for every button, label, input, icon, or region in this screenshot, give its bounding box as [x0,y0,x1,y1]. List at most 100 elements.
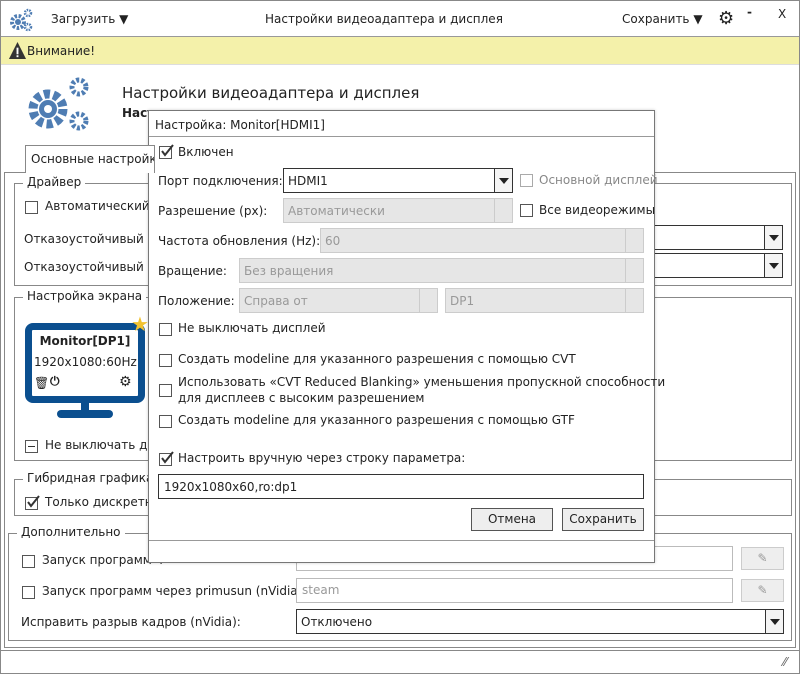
caret-down-icon: ▼ [119,12,129,26]
row2-input[interactable]: steam [296,578,733,603]
group-title: Настройка экрана [23,289,147,303]
port-value: HDMI1 [288,174,328,188]
auto-label: Автоматический в [45,199,161,213]
rotation-value: Без вращения [244,264,334,278]
load-label: Загрузить [51,12,116,26]
page-title: Настройки видеоадаптера и дисплея [122,84,420,102]
save-button[interactable]: Сохранить [562,508,644,531]
warning-bar: Внимание! [1,37,799,65]
cvt-rb-label: Использовать «CVT Reduced Blanking» умен… [178,375,666,389]
resolution-value: Автоматически [288,204,385,218]
tab-main-settings[interactable]: Основные настройки [25,145,155,173]
keep-on-label: Не выключать ди [45,438,156,452]
position-target-value: DP1 [450,294,475,308]
monitor-base [57,410,113,418]
enabled-label: Включен [178,145,234,159]
tearing-value: Отключено [301,615,373,629]
discrete-label: Только дискретно [45,495,160,509]
refresh-value: 60 [325,234,341,248]
row1-edit-button[interactable]: ✎ [741,547,784,570]
resolution-combo[interactable]: Автоматически [283,198,513,223]
caret-down-icon[interactable] [765,610,783,633]
close-button[interactable]: X [778,7,786,21]
fallback1-label: Отказоустойчивый др [24,232,164,246]
cvt-rb-checkbox[interactable] [159,384,172,397]
header-gears-icon [28,77,89,131]
monitor-name: Monitor[DP1] [39,334,131,348]
row2-value: steam [302,583,340,597]
row1-checkbox[interactable] [22,555,35,568]
save-label: Сохранить [622,12,690,26]
primary-checkbox[interactable] [520,174,533,187]
caret-down-icon[interactable] [764,226,782,249]
gear-icon[interactable]: ⚙ [119,374,132,390]
group-title: Драйвер [23,175,86,189]
keep-on-checkbox[interactable] [25,440,38,453]
app-gears-icon [10,8,33,32]
fallback1-combo[interactable] [645,225,783,250]
power-icon[interactable]: ⏻ [50,374,60,389]
star-icon: ★ [131,312,149,336]
tearing-label: Исправить разрыв кадров (nVidia): [21,615,241,629]
load-menu-button[interactable]: Загрузить ▼ [51,12,128,26]
row2-label: Запуск программ через primusun (nVidia): [42,584,307,598]
auto-checkbox[interactable] [25,201,38,214]
row2-edit-button[interactable]: ✎ [741,579,784,602]
position-value: Справа от [244,294,308,308]
manual-input[interactable]: 1920x1080x60,ro:dp1 [158,474,644,499]
resize-grip-icon[interactable]: ⁄⁄ [783,655,787,669]
position-label: Положение: [158,294,235,308]
fallback2-combo[interactable] [645,253,783,278]
save-menu-button[interactable]: Сохранить ▼ [622,12,703,26]
warning-icon [8,41,27,60]
tab-label: Основные настройки [31,152,155,166]
manual-label: Настроить вручную через строку параметра… [178,451,466,465]
tearing-combo[interactable]: Отключено [296,609,784,634]
warning-text: Внимание! [27,44,96,58]
caret-down-icon[interactable] [764,254,782,277]
trash-icon[interactable]: 🗑 [34,376,49,390]
manual-value: 1920x1080x60,ro:dp1 [164,480,298,494]
allmodes-checkbox[interactable] [520,204,533,217]
discrete-checkbox[interactable] [25,495,40,510]
refresh-combo[interactable]: 60 [320,228,644,253]
monitor-card[interactable]: Monitor[DP1] 1920x1080:60Hz 🗑 ⏻ ⚙ [25,323,145,403]
row2-checkbox[interactable] [22,586,35,599]
port-combo[interactable]: HDMI1 [283,168,513,193]
cvt-checkbox[interactable] [159,354,172,367]
refresh-label: Частота обновления (Hz): [158,234,321,248]
gtf-checkbox[interactable] [159,415,172,428]
caret-down-icon: ▼ [693,12,703,26]
row1-label: Запуск программ ч [42,553,163,567]
primary-label: Основной дисплей [539,173,658,187]
fallback2-label: Отказоустойчивый др [24,260,164,274]
enabled-checkbox[interactable] [159,144,174,159]
dialog-title: Настройка: Monitor[HDMI1] [155,118,325,132]
keep-on-label: Не выключать дисплей [178,321,326,335]
rotation-label: Вращение: [158,264,227,278]
cvt-rb-label-2: для дисплеев с высоким разрешением [178,391,425,405]
window-title: Настройки видеоадаптера и дисплея [265,12,503,26]
gtf-label: Создать modeline для указанного разрешен… [178,413,575,427]
cancel-button[interactable]: Отмена [471,508,553,531]
monitor-settings-dialog: Настройка: Monitor[HDMI1] Включен Порт п… [148,110,665,563]
keep-on-checkbox[interactable] [159,323,172,336]
caret-down-icon[interactable] [494,169,512,192]
minimize-button[interactable]: - [747,5,752,19]
divider [149,540,654,541]
port-label: Порт подключения: [158,174,283,188]
position-combo[interactable]: Справа от [239,288,438,313]
group-title: Гибридная графика [23,471,158,485]
allmodes-label: Все видеорежимы [539,203,656,217]
status-bar-divider [1,650,799,651]
gear-icon[interactable]: ⚙ [718,8,734,29]
manual-checkbox[interactable] [159,451,174,466]
position-target-combo[interactable]: DP1 [445,288,644,313]
title-bar: Загрузить ▼ Настройки видеоадаптера и ди… [1,1,799,37]
divider [149,136,654,137]
rotation-combo[interactable]: Без вращения [239,258,644,283]
cvt-label: Создать modeline для указанного разрешен… [178,352,576,366]
group-title: Дополнительно [17,525,125,539]
monitor-mode: 1920x1080:60Hz [34,355,137,369]
resolution-label: Разрешение (px): [158,204,268,218]
